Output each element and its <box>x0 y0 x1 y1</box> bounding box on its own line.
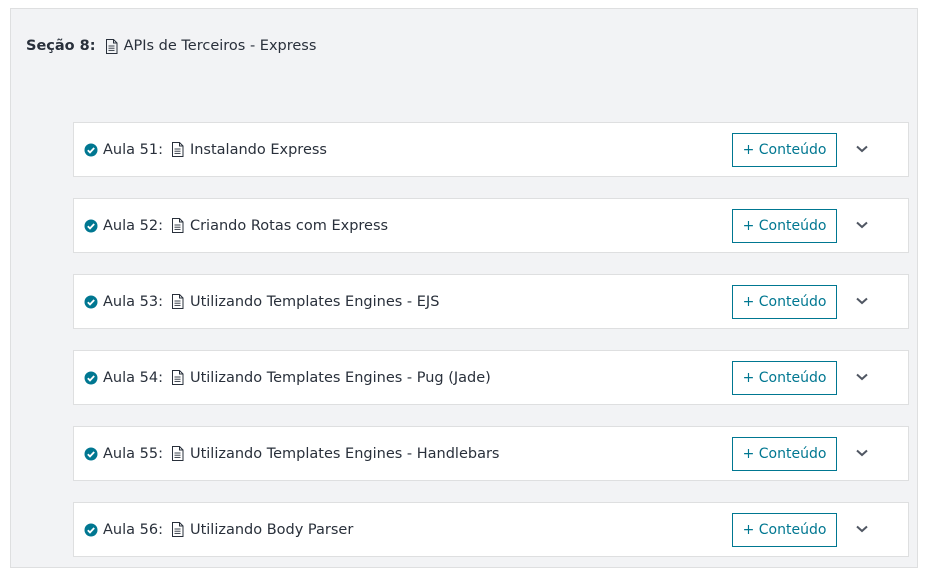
lecture-title: Utilizando Templates Engines - Handlebar… <box>189 445 500 462</box>
add-content-button[interactable]: + Conteúdo <box>732 437 837 471</box>
lecture-title: Utilizando Body Parser <box>189 521 354 538</box>
add-content-button[interactable]: + Conteúdo <box>732 285 837 319</box>
lecture-title-row: Aula 54: Utilizando Templates Engines - … <box>84 351 491 404</box>
curriculum-section: Seção 8: APIs de Terceiros - Express Aul… <box>10 8 918 568</box>
lecture-number: Aula 52: <box>103 217 163 234</box>
document-icon <box>171 218 184 233</box>
lecture-item: Aula 54: Utilizando Templates Engines - … <box>73 350 909 405</box>
lecture-number: Aula 56: <box>103 521 163 538</box>
lecture-title-row: Aula 53: Utilizando Templates Engines - … <box>84 275 439 328</box>
lecture-number: Aula 55: <box>103 445 163 462</box>
check-circle-icon <box>84 371 98 385</box>
add-content-button[interactable]: + Conteúdo <box>732 513 837 547</box>
document-icon <box>171 142 184 157</box>
lecture-item: Aula 51: Instalando Express + Conteúdo <box>73 122 909 177</box>
add-content-button[interactable]: + Conteúdo <box>732 361 837 395</box>
lecture-item: Aula 52: Criando Rotas com Express + Con… <box>73 198 909 253</box>
lecture-number: Aula 54: <box>103 369 163 386</box>
lecture-title: Utilizando Templates Engines - Pug (Jade… <box>189 369 491 386</box>
chevron-down-icon[interactable] <box>854 521 870 537</box>
lecture-title: Utilizando Templates Engines - EJS <box>189 293 440 310</box>
section-label: Seção 8: <box>26 38 96 54</box>
lecture-title-row: Aula 55: Utilizando Templates Engines - … <box>84 427 500 480</box>
lecture-title: Instalando Express <box>189 141 327 158</box>
chevron-down-icon[interactable] <box>854 293 870 309</box>
chevron-down-icon[interactable] <box>854 445 870 461</box>
document-icon <box>171 446 184 461</box>
lecture-number: Aula 51: <box>103 141 163 158</box>
check-circle-icon <box>84 295 98 309</box>
check-circle-icon <box>84 447 98 461</box>
chevron-down-icon[interactable] <box>854 217 870 233</box>
lecture-item: Aula 55: Utilizando Templates Engines - … <box>73 426 909 481</box>
lecture-title-row: Aula 51: Instalando Express <box>84 123 327 176</box>
document-icon <box>105 38 118 54</box>
add-content-button[interactable]: + Conteúdo <box>732 209 837 243</box>
lecture-item: Aula 56: Utilizando Body Parser + Conteú… <box>73 502 909 557</box>
check-circle-icon <box>84 143 98 157</box>
lecture-title-row: Aula 56: Utilizando Body Parser <box>84 503 353 556</box>
check-circle-icon <box>84 219 98 233</box>
lecture-item: Aula 53: Utilizando Templates Engines - … <box>73 274 909 329</box>
document-icon <box>171 522 184 537</box>
add-content-button[interactable]: + Conteúdo <box>732 133 837 167</box>
document-icon <box>171 370 184 385</box>
lecture-number: Aula 53: <box>103 293 163 310</box>
section-header: Seção 8: APIs de Terceiros - Express <box>26 36 316 56</box>
lecture-title: Criando Rotas com Express <box>189 217 389 234</box>
lecture-title-row: Aula 52: Criando Rotas com Express <box>84 199 388 252</box>
chevron-down-icon[interactable] <box>854 141 870 157</box>
section-title: APIs de Terceiros - Express <box>123 38 317 54</box>
document-icon <box>171 294 184 309</box>
chevron-down-icon[interactable] <box>854 369 870 385</box>
check-circle-icon <box>84 523 98 537</box>
